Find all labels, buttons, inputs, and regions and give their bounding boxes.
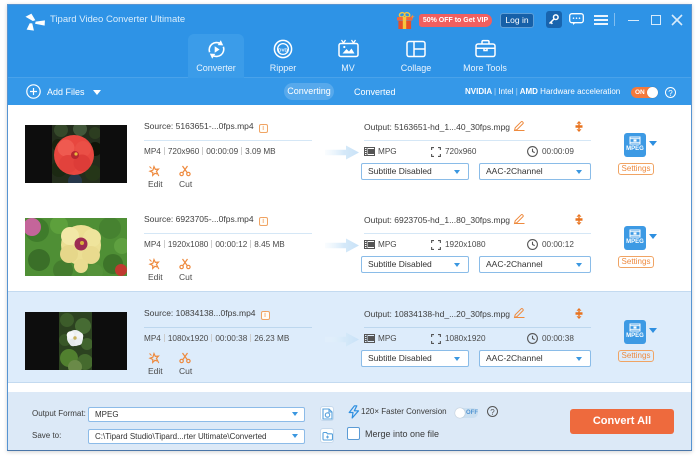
svg-text:DVD: DVD xyxy=(278,47,288,52)
